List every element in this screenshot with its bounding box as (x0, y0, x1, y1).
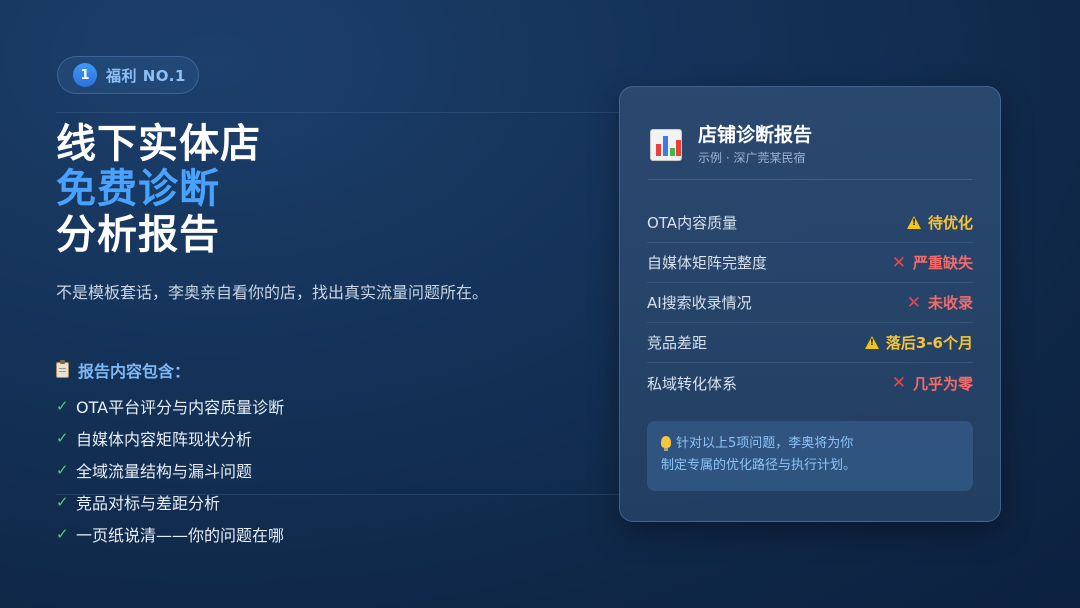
warning-icon (864, 336, 879, 349)
title-line-3: 分析报告 (56, 212, 220, 258)
list-item: ✓ 自媒体内容矩阵现状分析 (56, 422, 284, 454)
list-item: ✓ 一页纸说清——你的问题在哪 (56, 518, 284, 550)
list-item: ✓ 竞品对标与差距分析 (56, 486, 284, 518)
bar-chart-icon (650, 129, 682, 161)
status-text: 几乎为零 (912, 374, 973, 393)
diagnosis-row: 私域转化体系 ✕ 几乎为零 (647, 363, 973, 403)
welfare-badge: 1 福利 NO.1 (57, 56, 199, 94)
x-icon: ✕ (906, 292, 921, 313)
status-text: 落后3-6个月 (885, 334, 973, 352)
list-item: ✓ 全域流量结构与漏斗问题 (56, 454, 284, 486)
list-item-text: 一页纸说清——你的问题在哪 (76, 526, 285, 545)
status-text: 待优化 (927, 214, 973, 232)
check-icon: ✓ (56, 429, 69, 447)
row-label: AI搜索收录情况 (647, 294, 752, 312)
diagnosis-rows: OTA内容质量 待优化 自媒体矩阵完整度 ✕ 严重缺失 AI搜索收录情况 ✕ 未收录… (647, 203, 973, 403)
x-icon: ✕ (891, 373, 906, 393)
contents-heading-text: 报告内容包含： (78, 362, 191, 381)
status-badge: ✕ 未收录 (907, 292, 973, 313)
tip-box: 针对以上5项问题，李奥将为你 制定专属的优化路径与执行计划。 (647, 421, 973, 491)
check-icon: ✓ (56, 461, 69, 479)
title-line-2: 免费诊断 (56, 166, 220, 212)
card-divider (648, 179, 972, 180)
list-item-text: 全域流量结构与漏斗问题 (76, 462, 253, 481)
diagnosis-report-card: 店铺诊断报告 示例 · 深广莞某民宿 OTA内容质量 待优化 自媒体矩阵完整度 … (619, 86, 1001, 522)
row-label: 自媒体矩阵完整度 (647, 254, 768, 272)
card-header: 店铺诊断报告 示例 · 深广莞某民宿 (650, 123, 812, 167)
row-label: 竞品差距 (647, 334, 708, 352)
card-subtitle: 示例 · 深广莞某民宿 (698, 151, 806, 165)
badge-label: 福利 NO.1 (106, 66, 186, 85)
tip-line-2: 制定专属的优化路径与执行计划。 (661, 458, 857, 473)
check-icon: ✓ (56, 493, 69, 511)
decorative-line-top (56, 112, 622, 113)
list-item-text: 自媒体内容矩阵现状分析 (76, 430, 253, 449)
lightbulb-icon (661, 436, 671, 451)
row-label: OTA内容质量 (647, 214, 738, 232)
badge-number: 1 (73, 63, 97, 87)
diagnosis-row: 竞品差距 落后3-6个月 (647, 323, 973, 363)
row-label: 私域转化体系 (647, 374, 738, 393)
list-item-text: OTA平台评分与内容质量诊断 (76, 398, 285, 417)
status-badge: ✕ 严重缺失 (892, 252, 973, 273)
diagnosis-row: OTA内容质量 待优化 (647, 203, 973, 243)
status-text: 未收录 (927, 294, 973, 312)
card-title: 店铺诊断报告 (698, 124, 813, 146)
check-icon: ✓ (56, 525, 69, 543)
list-item-text: 竞品对标与差距分析 (76, 494, 221, 513)
contents-list: ✓ OTA平台评分与内容质量诊断 ✓ 自媒体内容矩阵现状分析 ✓ 全域流量结构与漏斗问… (56, 390, 284, 550)
status-text: 严重缺失 (912, 254, 973, 272)
diagnosis-row: AI搜索收录情况 ✕ 未收录 (647, 283, 973, 323)
diagnosis-row: 自媒体矩阵完整度 ✕ 严重缺失 (647, 243, 973, 283)
list-item: ✓ OTA平台评分与内容质量诊断 (56, 390, 284, 422)
contents-heading: 报告内容包含： (56, 358, 190, 382)
subtitle: 不是模板套话，李奥亲自看你的店，找出真实流量问题所在。 (56, 283, 489, 302)
title-line-1: 线下实体店 (56, 121, 261, 167)
status-badge: 待优化 (906, 212, 973, 233)
clipboard-icon (56, 360, 69, 378)
status-badge: ✕ 几乎为零 (892, 373, 973, 394)
check-icon: ✓ (56, 397, 69, 415)
tip-line-1: 针对以上5项问题，李奥将为你 (676, 436, 854, 451)
warning-icon (906, 216, 921, 229)
x-icon: ✕ (891, 252, 906, 273)
status-badge: 落后3-6个月 (864, 332, 973, 353)
